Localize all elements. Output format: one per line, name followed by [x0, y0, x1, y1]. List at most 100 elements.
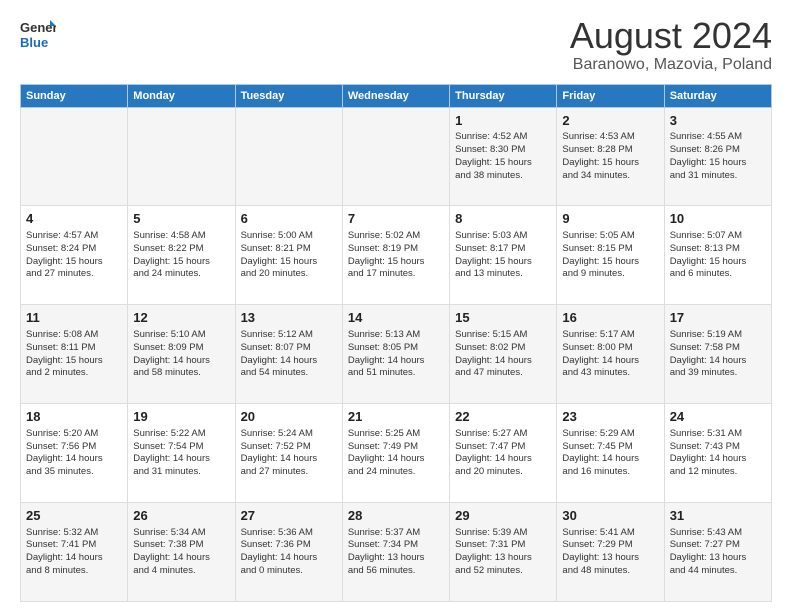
cell-text: and 48 minutes.: [562, 565, 658, 578]
cell-text: and 58 minutes.: [133, 367, 229, 380]
cell-text: Sunrise: 5:10 AM: [133, 329, 229, 342]
cell-text: and 16 minutes.: [562, 466, 658, 479]
cell-text: Sunrise: 5:25 AM: [348, 428, 444, 441]
cell-text: and 56 minutes.: [348, 565, 444, 578]
cell-w3d4: 22Sunrise: 5:27 AMSunset: 7:47 PMDayligh…: [450, 404, 557, 503]
day-number: 15: [455, 309, 551, 327]
col-tuesday: Tuesday: [235, 84, 342, 107]
col-sunday: Sunday: [21, 84, 128, 107]
cell-text: and 13 minutes.: [455, 268, 551, 281]
cell-text: Daylight: 14 hours: [455, 453, 551, 466]
cell-text: Sunset: 7:29 PM: [562, 539, 658, 552]
day-number: 12: [133, 309, 229, 327]
cell-w1d6: 10Sunrise: 5:07 AMSunset: 8:13 PMDayligh…: [664, 206, 771, 305]
day-number: 1: [455, 112, 551, 130]
cell-text: Sunrise: 5:12 AM: [241, 329, 337, 342]
cell-text: and 34 minutes.: [562, 170, 658, 183]
cell-text: Daylight: 15 hours: [26, 355, 122, 368]
cell-text: Daylight: 14 hours: [562, 453, 658, 466]
cell-text: Sunset: 8:26 PM: [670, 144, 766, 157]
cell-w1d3: 7Sunrise: 5:02 AMSunset: 8:19 PMDaylight…: [342, 206, 449, 305]
cell-w4d2: 27Sunrise: 5:36 AMSunset: 7:36 PMDayligh…: [235, 503, 342, 602]
day-number: 30: [562, 507, 658, 525]
day-number: 29: [455, 507, 551, 525]
cell-w1d5: 9Sunrise: 5:05 AMSunset: 8:15 PMDaylight…: [557, 206, 664, 305]
cell-text: and 52 minutes.: [455, 565, 551, 578]
cell-text: and 38 minutes.: [455, 170, 551, 183]
cell-text: and 4 minutes.: [133, 565, 229, 578]
cell-text: Daylight: 14 hours: [133, 453, 229, 466]
cell-text: Sunrise: 4:53 AM: [562, 131, 658, 144]
cell-text: Sunrise: 5:31 AM: [670, 428, 766, 441]
day-number: 20: [241, 408, 337, 426]
day-number: 19: [133, 408, 229, 426]
cell-text: Sunset: 8:11 PM: [26, 342, 122, 355]
cell-text: and 47 minutes.: [455, 367, 551, 380]
cell-text: Sunset: 7:52 PM: [241, 441, 337, 454]
col-monday: Monday: [128, 84, 235, 107]
cell-text: Daylight: 13 hours: [562, 552, 658, 565]
day-number: 4: [26, 210, 122, 228]
cell-w3d1: 19Sunrise: 5:22 AMSunset: 7:54 PMDayligh…: [128, 404, 235, 503]
cell-text: and 35 minutes.: [26, 466, 122, 479]
cell-w0d0: [21, 107, 128, 206]
cell-text: Sunset: 8:05 PM: [348, 342, 444, 355]
cell-text: Sunset: 7:45 PM: [562, 441, 658, 454]
cell-text: Sunrise: 5:05 AM: [562, 230, 658, 243]
cell-text: Sunrise: 5:39 AM: [455, 527, 551, 540]
day-number: 2: [562, 112, 658, 130]
cell-text: Sunset: 7:41 PM: [26, 539, 122, 552]
cell-text: and 24 minutes.: [348, 466, 444, 479]
cell-text: and 24 minutes.: [133, 268, 229, 281]
cell-text: Daylight: 14 hours: [348, 453, 444, 466]
cell-text: Daylight: 15 hours: [562, 256, 658, 269]
cell-w1d2: 6Sunrise: 5:00 AMSunset: 8:21 PMDaylight…: [235, 206, 342, 305]
cell-w1d1: 5Sunrise: 4:58 AMSunset: 8:22 PMDaylight…: [128, 206, 235, 305]
cell-w0d6: 3Sunrise: 4:55 AMSunset: 8:26 PMDaylight…: [664, 107, 771, 206]
cell-text: Daylight: 14 hours: [348, 355, 444, 368]
cell-text: Sunrise: 5:34 AM: [133, 527, 229, 540]
cell-text: Sunset: 8:09 PM: [133, 342, 229, 355]
cell-text: Sunrise: 5:41 AM: [562, 527, 658, 540]
cell-text: Sunrise: 5:00 AM: [241, 230, 337, 243]
day-number: 14: [348, 309, 444, 327]
cell-text: Daylight: 15 hours: [670, 256, 766, 269]
cell-text: Sunset: 8:07 PM: [241, 342, 337, 355]
cell-text: Sunset: 8:00 PM: [562, 342, 658, 355]
day-number: 22: [455, 408, 551, 426]
week-row-4: 25Sunrise: 5:32 AMSunset: 7:41 PMDayligh…: [21, 503, 772, 602]
cell-text: Sunset: 7:38 PM: [133, 539, 229, 552]
cell-text: Daylight: 15 hours: [562, 157, 658, 170]
col-friday: Friday: [557, 84, 664, 107]
cell-text: Daylight: 14 hours: [562, 355, 658, 368]
cell-text: Daylight: 15 hours: [133, 256, 229, 269]
cell-text: and 20 minutes.: [455, 466, 551, 479]
day-number: 23: [562, 408, 658, 426]
cell-text: Sunrise: 5:07 AM: [670, 230, 766, 243]
cell-text: Daylight: 13 hours: [670, 552, 766, 565]
cell-text: and 12 minutes.: [670, 466, 766, 479]
cell-text: Daylight: 14 hours: [241, 355, 337, 368]
cell-w2d3: 14Sunrise: 5:13 AMSunset: 8:05 PMDayligh…: [342, 305, 449, 404]
cell-text: Daylight: 14 hours: [26, 453, 122, 466]
day-number: 8: [455, 210, 551, 228]
cell-w2d1: 12Sunrise: 5:10 AMSunset: 8:09 PMDayligh…: [128, 305, 235, 404]
cell-text: Sunset: 8:17 PM: [455, 243, 551, 256]
cell-text: Sunrise: 5:03 AM: [455, 230, 551, 243]
cell-text: and 31 minutes.: [133, 466, 229, 479]
cell-w0d1: [128, 107, 235, 206]
cell-text: Sunrise: 5:08 AM: [26, 329, 122, 342]
cell-text: Daylight: 14 hours: [670, 453, 766, 466]
cell-text: Daylight: 13 hours: [455, 552, 551, 565]
cell-text: and 51 minutes.: [348, 367, 444, 380]
cell-text: Sunset: 8:24 PM: [26, 243, 122, 256]
cell-w4d3: 28Sunrise: 5:37 AMSunset: 7:34 PMDayligh…: [342, 503, 449, 602]
cell-text: and 2 minutes.: [26, 367, 122, 380]
cell-text: and 44 minutes.: [670, 565, 766, 578]
cell-w3d6: 24Sunrise: 5:31 AMSunset: 7:43 PMDayligh…: [664, 404, 771, 503]
cell-text: Sunset: 7:47 PM: [455, 441, 551, 454]
day-number: 3: [670, 112, 766, 130]
day-number: 25: [26, 507, 122, 525]
week-row-3: 18Sunrise: 5:20 AMSunset: 7:56 PMDayligh…: [21, 404, 772, 503]
cell-text: Sunset: 7:54 PM: [133, 441, 229, 454]
